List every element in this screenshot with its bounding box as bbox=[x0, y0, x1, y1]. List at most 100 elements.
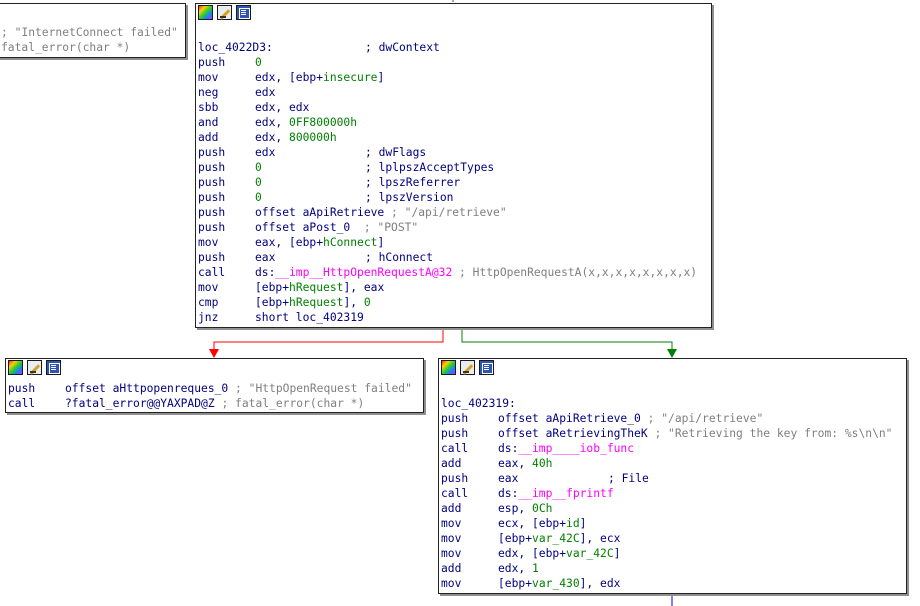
operand-token[interactable]: [ebp+ bbox=[255, 281, 289, 294]
operand-token[interactable]: hRequest bbox=[289, 281, 343, 294]
asm-line[interactable]: mov eax, [ebp+hConnect] bbox=[196, 235, 711, 250]
instruction-operands[interactable]: 0 bbox=[255, 175, 262, 190]
instruction-operands[interactable]: ds:__imp____iob_func bbox=[498, 441, 634, 456]
instruction-operands[interactable]: [ebp+hRequest], eax bbox=[255, 280, 384, 295]
xrefs-icon[interactable] bbox=[479, 360, 494, 375]
operand-token[interactable]: 0Ch bbox=[532, 502, 552, 515]
instruction-operands[interactable]: ecx, [ebp+id] bbox=[498, 516, 586, 531]
asm-line[interactable]: cmp [ebp+hRequest], 0 bbox=[196, 295, 711, 310]
graph-color-icon[interactable] bbox=[441, 360, 456, 375]
instruction-operands[interactable]: eax bbox=[498, 471, 518, 486]
asm-line[interactable]: add esp, 0Ch bbox=[439, 501, 906, 516]
instruction-operands[interactable]: edx, 0FF800000h bbox=[255, 115, 357, 130]
instruction-operands[interactable]: offset aApiRetrieve_0 ; "/api/retrieve" bbox=[498, 411, 763, 426]
edit-node-icon[interactable] bbox=[460, 360, 475, 375]
code-label[interactable]: loc_402319: bbox=[441, 396, 516, 411]
operand-token[interactable]: edx bbox=[255, 146, 275, 159]
asm-line[interactable]: push eax ; hConnect bbox=[196, 250, 711, 265]
asm-line[interactable]: push offset aPost_0 ; "POST" bbox=[196, 220, 711, 235]
operand-token[interactable]: eax, [ebp+ bbox=[255, 236, 323, 249]
instruction-operands[interactable]: edx, 1 bbox=[498, 561, 539, 576]
operand-token[interactable]: ds: bbox=[498, 487, 518, 500]
instruction-operands[interactable]: eax, [ebp+hConnect] bbox=[255, 235, 384, 250]
operand-token[interactable]: edx, bbox=[255, 116, 289, 129]
asm-line[interactable]: push offset aHttpopenreques_0 ; "HttpOpen… bbox=[6, 381, 423, 396]
instruction-operands[interactable]: ?fatal_error@@YAXPAD@Z ; fatal_error(cha… bbox=[65, 396, 364, 411]
operand-token[interactable]: [ebp+ bbox=[498, 577, 532, 590]
operand-token[interactable]: 0 bbox=[255, 191, 262, 204]
asm-line[interactable]: push 0 ; lplpszAcceptTypes bbox=[196, 160, 711, 175]
instruction-operands[interactable]: edx, [ebp+var_42C] bbox=[498, 546, 620, 561]
operand-token[interactable]: ds: bbox=[255, 266, 275, 279]
operand-token[interactable]: eax bbox=[498, 472, 518, 485]
operand-token[interactable]: __imp__fprintf bbox=[518, 487, 613, 500]
asm-line[interactable]: loc_4022D3: ; dwContext bbox=[196, 40, 711, 55]
asm-line[interactable]: push 0 bbox=[196, 55, 711, 70]
operand-token[interactable]: edx, edx bbox=[255, 101, 309, 114]
operand-token[interactable]: edx, [ebp+ bbox=[255, 71, 323, 84]
instruction-operands[interactable]: edx, [ebp+insecure] bbox=[255, 70, 384, 85]
asm-line[interactable]: jnz short loc_402319 bbox=[196, 310, 711, 325]
asm-line[interactable]: push eax ; File bbox=[439, 471, 906, 486]
instruction-operands[interactable]: 0 bbox=[255, 55, 262, 70]
operand-token[interactable]: ds: bbox=[498, 442, 518, 455]
operand-token[interactable]: esp, bbox=[498, 502, 532, 515]
operand-token[interactable]: 0 bbox=[364, 296, 371, 309]
operand-token[interactable]: 0FF800000h bbox=[289, 116, 357, 129]
operand-token[interactable]: 800000h bbox=[289, 131, 337, 144]
operand-token[interactable]: edx bbox=[255, 86, 275, 99]
asm-line[interactable]: mov ecx, [ebp+id] bbox=[439, 516, 906, 531]
asm-line[interactable]: push offset aApiRetrieve_0 ; "/api/retrie… bbox=[439, 411, 906, 426]
instruction-operands[interactable]: esp, 0Ch bbox=[498, 501, 552, 516]
instruction-operands[interactable]: ds:__imp__fprintf bbox=[498, 486, 614, 501]
operand-token[interactable]: 1 bbox=[532, 562, 539, 575]
instruction-operands[interactable]: edx bbox=[255, 145, 275, 160]
operand-token[interactable]: ], bbox=[343, 296, 363, 309]
instruction-operands[interactable]: [ebp+var_42C], ecx bbox=[498, 531, 620, 546]
operand-token[interactable]: 40h bbox=[532, 457, 552, 470]
asm-line[interactable]: push 0 ; lpszVersion bbox=[196, 190, 711, 205]
edit-node-icon[interactable] bbox=[27, 360, 42, 375]
operand-token[interactable]: ], edx bbox=[580, 577, 621, 590]
asm-line[interactable] bbox=[439, 381, 906, 396]
operand-token[interactable]: eax bbox=[255, 251, 275, 264]
asm-line[interactable]: push edx ; dwFlags bbox=[196, 145, 711, 160]
xrefs-icon[interactable] bbox=[236, 5, 251, 20]
operand-token[interactable]: offset aApiRetrieve bbox=[255, 206, 384, 219]
operand-token[interactable]: 0 bbox=[255, 161, 262, 174]
operand-token[interactable]: offset aApiRetrieve_0 bbox=[498, 412, 641, 425]
asm-line[interactable]: call ?fatal_error@@YAXPAD@Z ; fatal_error… bbox=[6, 396, 423, 411]
operand-token[interactable]: ] bbox=[377, 236, 384, 249]
asm-line[interactable]: loc_402319: bbox=[439, 396, 906, 411]
operand-token[interactable]: ], eax bbox=[343, 281, 384, 294]
instruction-operands[interactable]: offset aPost_0 ; "POST" bbox=[255, 220, 418, 235]
operand-token[interactable]: id bbox=[566, 517, 580, 530]
xrefs-icon[interactable] bbox=[46, 360, 61, 375]
instruction-operands[interactable]: 0 bbox=[255, 190, 262, 205]
asm-line[interactable]: push 0 ; lpszReferrer bbox=[196, 175, 711, 190]
operand-token[interactable]: ], ecx bbox=[580, 532, 621, 545]
operand-token[interactable]: ?fatal_error@@YAXPAD@Z bbox=[65, 397, 215, 410]
operand-token[interactable]: [ebp+ bbox=[255, 296, 289, 309]
partial-block-internetconnect[interactable]: ; "InternetConnect failed" fatal_error(ch… bbox=[0, 3, 186, 58]
instruction-operands[interactable]: [ebp+hRequest], 0 bbox=[255, 295, 371, 310]
operand-token[interactable]: __imp__HttpOpenRequestA@32 bbox=[275, 266, 452, 279]
operand-token[interactable]: ecx, [ebp+ bbox=[498, 517, 566, 530]
asm-line[interactable]: mov [ebp+var_430], edx bbox=[439, 576, 906, 591]
instruction-operands[interactable]: edx, 800000h bbox=[255, 130, 337, 145]
code-label[interactable]: loc_4022D3: bbox=[198, 40, 273, 55]
instruction-operands[interactable]: eax, 40h bbox=[498, 456, 552, 471]
operand-token[interactable]: ] bbox=[580, 517, 587, 530]
asm-line[interactable]: neg edx bbox=[196, 85, 711, 100]
operand-token[interactable]: hRequest bbox=[289, 296, 343, 309]
instruction-operands[interactable]: ds:__imp__HttpOpenRequestA@32 ; HttpOpen… bbox=[255, 265, 697, 280]
operand-token[interactable]: offset aPost_0 bbox=[255, 221, 350, 234]
basic-block-loc-402319[interactable]: loc_402319: push offset aApiRetrieve_0 ; "… bbox=[438, 358, 907, 594]
instruction-operands[interactable]: 0 bbox=[255, 160, 262, 175]
basic-block-loc-4022d3[interactable]: loc_4022D3: ; dwContext push 0 mov edx, [ebp+… bbox=[195, 3, 712, 328]
asm-line[interactable]: mov edx, [ebp+var_42C] bbox=[439, 546, 906, 561]
asm-line[interactable]: and edx, 0FF800000h bbox=[196, 115, 711, 130]
operand-token[interactable]: short loc_402319 bbox=[255, 311, 364, 324]
graph-color-icon[interactable] bbox=[8, 360, 23, 375]
operand-token[interactable]: ] bbox=[614, 547, 621, 560]
